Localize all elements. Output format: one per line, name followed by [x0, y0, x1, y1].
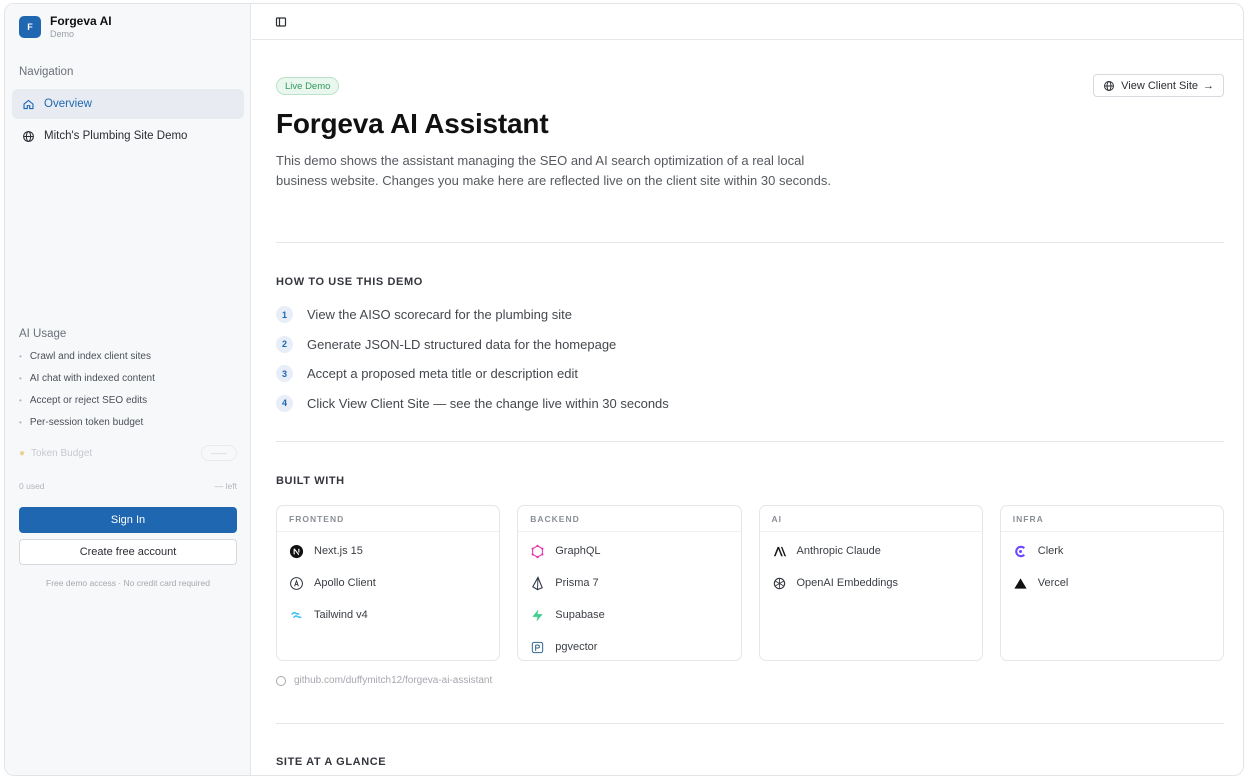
- step-item: 3 Accept a proposed meta title or descrip…: [276, 359, 669, 389]
- usage-list: • Crawl and index client sites • AI chat w…: [19, 350, 155, 438]
- sign-in-button[interactable]: Sign In: [19, 507, 237, 533]
- page-title: Forgeva AI Assistant: [276, 108, 549, 139]
- tech-card-frontend: FRONTEND Next.js 15 Apollo Client Tailwi…: [276, 505, 501, 661]
- tech-item: pgvector: [518, 631, 740, 663]
- usage-heading: AI Usage: [19, 328, 67, 340]
- list-item: • Crawl and index client sites: [19, 351, 151, 362]
- view-client-site-button[interactable]: View Client Site →: [1093, 74, 1224, 97]
- step-item: 2 Generate JSON-LD structured data for th…: [276, 330, 669, 360]
- sidebar-item-plumbing-demo[interactable]: Mitch's Plumbing Site Demo: [12, 121, 244, 151]
- supabase-icon: [530, 608, 545, 623]
- tech-item: Anthropic Claude: [760, 535, 982, 567]
- sidebar-item-label: Overview: [44, 98, 92, 110]
- tech-card-ai: AI Anthropic Claude OpenAI Embeddings: [758, 505, 983, 661]
- graphql-icon: [530, 544, 545, 559]
- nextjs-icon: [289, 544, 304, 559]
- brand-subtitle: Demo: [50, 29, 75, 39]
- app-window: F Forgeva AI Demo Navigation Overview Mi…: [4, 3, 1244, 776]
- brand-logo: F: [19, 16, 41, 38]
- tokens-left: — left: [214, 481, 237, 491]
- card-heading: AI: [759, 506, 982, 532]
- tokens-used: 0 used: [19, 481, 45, 491]
- arrow-right-icon: →: [1203, 79, 1214, 92]
- built-with-heading: BUILT WITH: [276, 475, 345, 487]
- divider: [276, 441, 1224, 442]
- token-usage-row: 0 used — left: [19, 481, 237, 491]
- prisma-icon: [530, 575, 545, 591]
- tech-item: Prisma 7: [518, 567, 740, 599]
- token-budget-pill: ——: [201, 445, 237, 461]
- card-heading: FRONTEND: [277, 506, 500, 532]
- pgvector-icon: [530, 640, 545, 655]
- coins-icon: ●: [19, 447, 26, 459]
- topbar: [252, 4, 1243, 40]
- repo-link[interactable]: github.com/duffymitch12/forgeva-ai-assis…: [276, 675, 492, 686]
- tech-card-infra: INFRA Clerk Vercel: [999, 505, 1224, 661]
- site-at-a-glance-heading: SITE AT A GLANCE: [276, 756, 387, 768]
- status-badge: Live Demo: [276, 77, 340, 95]
- tech-item: Supabase: [518, 599, 740, 631]
- card-heading: INFRA: [1000, 506, 1223, 532]
- home-icon: [21, 97, 35, 111]
- globe-icon: [21, 129, 35, 143]
- openai-icon: [772, 576, 787, 591]
- brand-name: Forgeva AI: [50, 14, 112, 28]
- clerk-icon: [1013, 544, 1028, 559]
- tailwind-icon: [289, 608, 304, 623]
- repo-url: github.com/duffymitch12/forgeva-ai-assis…: [294, 675, 493, 686]
- main-content: Live Demo View Client Site → Forgeva AI …: [252, 4, 1243, 775]
- tech-item: Vercel: [1001, 567, 1223, 599]
- apollo-icon: [289, 576, 304, 591]
- sidebar-item-label: Mitch's Plumbing Site Demo: [44, 130, 188, 142]
- tech-card-backend: BACKEND GraphQL Prisma 7 Supabase pgvect…: [517, 505, 742, 663]
- create-account-button[interactable]: Create free account: [19, 539, 237, 565]
- token-budget: ● Token Budget ——: [19, 444, 237, 462]
- tech-item: Next.js 15: [277, 535, 499, 567]
- divider: [276, 242, 1224, 243]
- card-heading: BACKEND: [518, 506, 741, 532]
- tech-item: GraphQL: [518, 535, 740, 567]
- brand[interactable]: F Forgeva AI Demo: [19, 14, 112, 40]
- tech-item: OpenAI Embeddings: [760, 567, 982, 599]
- github-icon: [276, 675, 286, 686]
- vercel-icon: [1013, 576, 1028, 591]
- anthropic-icon: [772, 544, 787, 559]
- how-to-heading: HOW TO USE THIS DEMO: [276, 276, 423, 288]
- list-item: • AI chat with indexed content: [19, 373, 155, 384]
- divider: [276, 723, 1224, 724]
- tech-item: Tailwind v4: [277, 599, 499, 631]
- view-client-site-label: View Client Site: [1121, 79, 1198, 92]
- step-item: 1 View the AISO scorecard for the plumbin…: [276, 300, 669, 330]
- tech-stack-cards: FRONTEND Next.js 15 Apollo Client Tailwi…: [276, 505, 1224, 661]
- nav-heading: Navigation: [19, 66, 74, 78]
- page-description: This demo shows the assistant managing t…: [276, 153, 831, 188]
- sidebar: F Forgeva AI Demo Navigation Overview Mi…: [5, 4, 251, 775]
- tech-item: Apollo Client: [277, 567, 499, 599]
- list-item: • Per-session token budget: [19, 417, 144, 428]
- how-to-steps: 1 View the AISO scorecard for the plumbin…: [276, 300, 669, 418]
- sidebar-toggle-icon[interactable]: [274, 15, 288, 29]
- step-item: 4 Click View Client Site — see the change…: [276, 389, 669, 419]
- tech-item: Clerk: [1001, 535, 1223, 567]
- fine-print: Free demo access · No credit card requir…: [46, 578, 210, 588]
- globe-icon: [1104, 80, 1115, 91]
- list-item: • Accept or reject SEO edits: [19, 395, 148, 406]
- sidebar-item-overview[interactable]: Overview: [12, 89, 244, 119]
